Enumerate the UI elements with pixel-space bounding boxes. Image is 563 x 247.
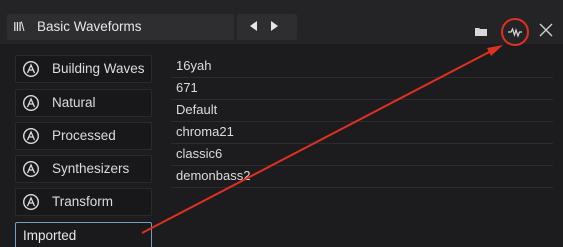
sidebar-item-label: Natural (52, 95, 96, 110)
sidebar-item-label: Transform (52, 194, 114, 209)
navigation-buttons (237, 14, 297, 40)
arturia-logo-icon (22, 127, 40, 145)
list-item[interactable]: 16yah (171, 56, 553, 78)
next-button[interactable] (271, 21, 278, 31)
sidebar-item-label: Processed (52, 128, 116, 143)
sidebar-item-building-waves[interactable]: Building Waves (15, 55, 152, 83)
preset-browser-field[interactable]: III\ Basic Waveforms (7, 14, 234, 40)
sidebar-item-label: Imported (23, 228, 77, 243)
annotation-arrowhead (487, 45, 503, 56)
waveform-list: 16yah 671 Default chroma21 classic6 demo… (171, 56, 553, 188)
close-icon[interactable] (536, 20, 556, 40)
list-item[interactable]: 671 (171, 78, 553, 100)
waveform-icon[interactable] (503, 20, 527, 44)
list-item[interactable]: classic6 (171, 144, 553, 166)
sidebar-item-transform[interactable]: Transform (15, 188, 152, 216)
list-item[interactable]: chroma21 (171, 122, 553, 144)
arturia-logo-icon (22, 60, 40, 78)
sidebar-item-label: Building Waves (52, 61, 145, 76)
browser-title: Basic Waveforms (37, 19, 142, 34)
arturia-logo-icon (22, 160, 40, 178)
previous-button[interactable] (250, 21, 257, 31)
sidebar-item-imported[interactable]: Imported (15, 222, 152, 247)
sidebar-item-synthesizers[interactable]: Synthesizers (15, 155, 152, 183)
library-icon: III\ (13, 19, 24, 34)
arturia-logo-icon (22, 193, 40, 211)
list-item[interactable]: demonbass2 (171, 166, 553, 188)
waveform-browser-window: III\ Basic Waveforms Building Waves Natu… (0, 0, 563, 247)
list-item[interactable]: Default (171, 100, 553, 122)
sidebar-item-natural[interactable]: Natural (15, 89, 152, 117)
arturia-logo-icon (22, 94, 40, 112)
folder-icon[interactable] (475, 27, 487, 36)
top-bar: III\ Basic Waveforms (0, 0, 563, 44)
sidebar-item-label: Synthesizers (52, 161, 130, 176)
category-sidebar: Building Waves Natural Processed Synthes… (0, 44, 163, 247)
sidebar-item-processed[interactable]: Processed (15, 122, 152, 150)
